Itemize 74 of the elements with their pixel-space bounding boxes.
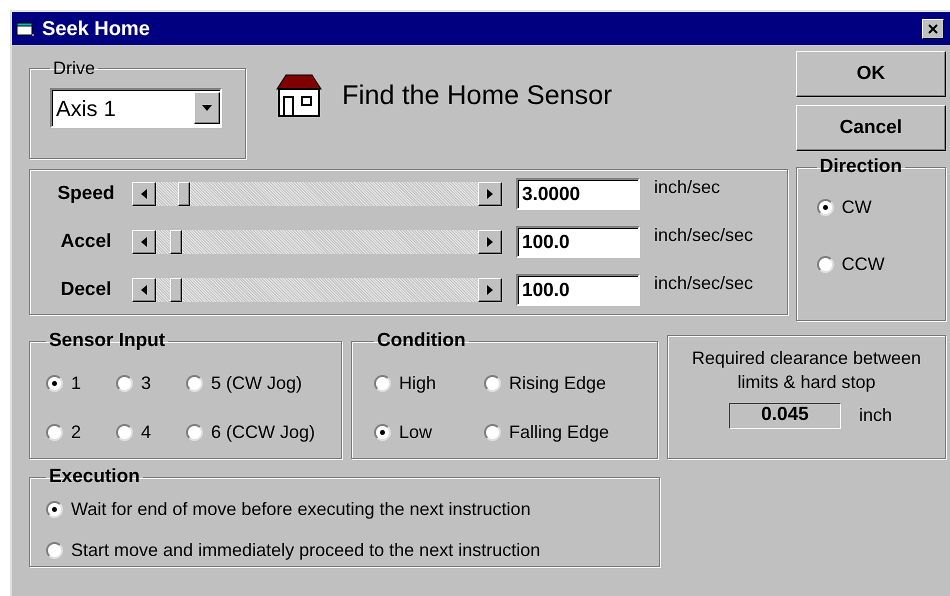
right-arrow-icon (487, 189, 493, 199)
radio-label[interactable]: High (398, 370, 436, 396)
clearance-value: 0.045 (728, 402, 841, 428)
input-field[interactable]: 100.0 (516, 226, 640, 258)
left-arrow-icon (141, 285, 147, 295)
group-title: Direction (818, 155, 904, 179)
scroll-right-button[interactable] (478, 182, 502, 206)
scroll-right-button[interactable] (478, 278, 502, 302)
radio-button[interactable] (484, 374, 501, 392)
scroll-left-button[interactable] (132, 230, 156, 254)
radio-button[interactable] (816, 256, 834, 272)
scroll-right-button[interactable] (478, 230, 502, 254)
dialog-button[interactable]: Cancel (796, 105, 946, 151)
left-arrow-icon (141, 189, 147, 199)
slider-label: Accel (60, 230, 112, 254)
group-title: Condition (376, 329, 467, 353)
slider-thumb[interactable] (170, 230, 182, 254)
radio-label[interactable]: CCW (842, 250, 885, 278)
scroll-left-button[interactable] (132, 278, 156, 302)
slider-track[interactable] (132, 278, 502, 302)
radio-button[interactable] (116, 374, 133, 392)
scroll-left-button[interactable] (132, 182, 156, 206)
radio-label[interactable]: 5 (CW Jog) (211, 370, 302, 396)
slider-thumb[interactable] (178, 182, 190, 206)
right-arrow-icon (487, 237, 493, 247)
radio-button[interactable] (116, 424, 133, 440)
radio-label[interactable]: 6 (CCW Jog) (211, 418, 316, 446)
group-title: Execution (48, 465, 141, 489)
radio-label[interactable]: 4 (141, 418, 152, 446)
down-arrow-icon (202, 105, 212, 111)
drive-dropdown[interactable]: Axis 1 (50, 88, 222, 128)
input-field[interactable]: 3.0000 (516, 178, 640, 210)
radio-button[interactable] (374, 374, 391, 392)
left-arrow-icon (141, 237, 147, 247)
close-button[interactable] (922, 18, 944, 38)
radio-label[interactable]: 3 (141, 370, 152, 396)
unit-label: inch/sec (654, 176, 720, 199)
radio-button[interactable] (46, 374, 63, 392)
slider-thumb[interactable] (170, 278, 182, 302)
clearance-text: Required clearance between limits & hard stop (690, 347, 922, 394)
radio-label[interactable]: 2 (71, 418, 82, 446)
house-icon (276, 73, 322, 117)
unit-label: inch (858, 404, 892, 427)
radio-button[interactable] (46, 542, 63, 558)
unit-label: inch/sec/sec (654, 272, 754, 295)
radio-label[interactable]: CW (842, 194, 872, 220)
unit-label: inch/sec/sec (654, 224, 754, 247)
slider-track[interactable] (132, 182, 502, 206)
slider-label: Speed (56, 182, 116, 206)
dropdown-value: Axis 1 (55, 94, 117, 122)
right-arrow-icon (487, 285, 493, 295)
slider-label: Decel (60, 278, 112, 302)
radio-button[interactable] (46, 424, 63, 440)
radio-label[interactable]: Rising Edge (508, 370, 606, 396)
radio-button[interactable] (816, 198, 834, 216)
group-title: Sensor Input (48, 329, 166, 353)
radio-button[interactable] (374, 424, 391, 440)
radio-label[interactable]: 1 (71, 370, 82, 396)
window-title: Seek Home (42, 16, 151, 42)
dropdown-button[interactable] (194, 92, 220, 124)
dialog-button[interactable]: OK (796, 51, 946, 97)
radio-label[interactable]: Wait for end of move before executing the next instruction (71, 496, 531, 522)
radio-button[interactable] (186, 374, 203, 392)
group-title: Drive (52, 57, 96, 80)
radio-button[interactable] (484, 424, 501, 440)
close-icon (928, 24, 938, 34)
radio-label[interactable]: Low (398, 418, 432, 446)
input-field[interactable]: 100.0 (516, 274, 640, 306)
radio-label[interactable]: Start move and immediately proceed to the next instruction (71, 536, 540, 564)
heading-text: Find the Home Sensor (342, 78, 612, 112)
radio-button[interactable] (46, 500, 63, 518)
radio-button[interactable] (186, 424, 203, 440)
slider-track[interactable] (132, 230, 502, 254)
radio-label[interactable]: Falling Edge (508, 418, 610, 446)
